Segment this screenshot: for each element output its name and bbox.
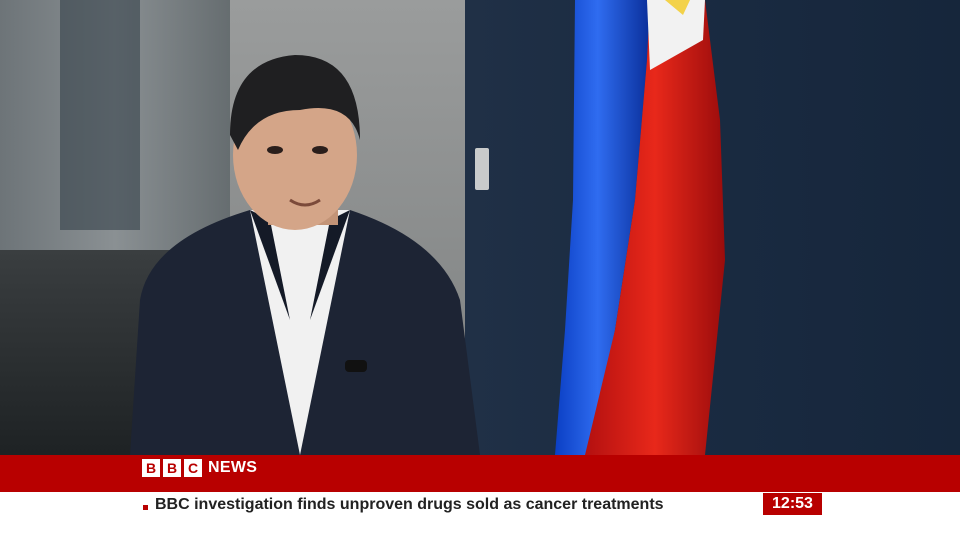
ticker-headline: BBC investigation finds unproven drugs s… bbox=[155, 496, 664, 513]
logo-word: NEWS bbox=[208, 459, 258, 476]
interviewee bbox=[130, 55, 480, 455]
lower-third: B B C NEWS BBC investigation finds unpro… bbox=[0, 455, 960, 540]
ticker-bar: BBC investigation finds unproven drugs s… bbox=[0, 492, 960, 540]
flag bbox=[555, 0, 725, 455]
clock: 12:53 bbox=[763, 493, 822, 515]
logo-letter: C bbox=[184, 459, 202, 477]
news-banner: B B C NEWS bbox=[0, 455, 960, 492]
square-bullet-icon bbox=[143, 505, 148, 510]
bbc-news-logo: B B C NEWS bbox=[142, 459, 257, 477]
logo-letter: B bbox=[163, 459, 181, 477]
video-frame bbox=[0, 0, 960, 455]
logo-letter: B bbox=[142, 459, 160, 477]
